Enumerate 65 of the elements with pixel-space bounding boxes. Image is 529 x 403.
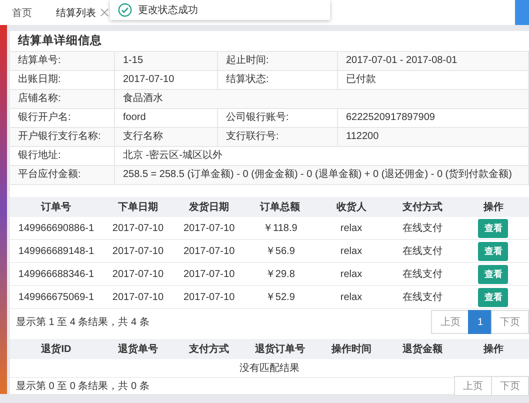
page-button[interactable]: 1 — [468, 310, 492, 334]
side-panel-edge — [515, 0, 529, 25]
toast-message: 更改状态成功 — [138, 4, 198, 17]
table-cell: 在线支付 — [386, 217, 458, 240]
field-label: 起止时间: — [218, 52, 338, 71]
field-value: 支行名称 — [115, 128, 218, 147]
field-value: 食品酒水 — [115, 90, 529, 109]
page-button[interactable]: 上页 — [431, 310, 470, 334]
column-header: 操作时间 — [316, 339, 387, 359]
table-cell: relax — [316, 263, 387, 286]
column-header: 收货人 — [316, 197, 387, 217]
table-cell: 149966688346-1 — [10, 263, 102, 286]
close-icon[interactable] — [100, 8, 109, 17]
column-header: 退货金额 — [386, 339, 458, 359]
column-header: 下单日期 — [102, 197, 174, 217]
table-cell: ￥52.9 — [244, 286, 316, 309]
column-header: 支付方式 — [386, 197, 458, 217]
column-header: 订单号 — [10, 197, 102, 217]
table-cell: 在线支付 — [386, 240, 458, 263]
page-button[interactable]: 下页 — [491, 376, 529, 396]
table-cell: 2017-07-10 — [102, 263, 174, 286]
column-header: 操作 — [458, 197, 529, 217]
table-cell: 在线支付 — [386, 263, 458, 286]
column-header: 发货日期 — [174, 197, 245, 217]
table-cell: 在线支付 — [386, 286, 458, 309]
view-button[interactable]: 查看 — [478, 288, 508, 306]
column-header: 订单总额 — [244, 197, 316, 217]
field-value: 1-15 — [115, 52, 218, 71]
table-cell: ￥118.9 — [244, 217, 316, 240]
table-cell: 2017-07-10 — [102, 240, 174, 263]
column-header: 支付方式 — [174, 339, 245, 359]
field-label: 支行联行号: — [218, 128, 338, 147]
column-header: 退货ID — [10, 339, 102, 359]
table-cell: 2017-07-10 — [102, 217, 174, 240]
table-cell: relax — [316, 240, 387, 263]
table-cell: 2017-07-10 — [174, 263, 245, 286]
table-cell: 2017-07-10 — [174, 240, 245, 263]
page-button[interactable]: 下页 — [491, 310, 529, 334]
column-header: 操作 — [458, 339, 529, 359]
column-header: 退货订单号 — [244, 339, 316, 359]
page-button[interactable]: 上页 — [454, 376, 492, 396]
table-cell: ￥56.9 — [244, 240, 316, 263]
view-button[interactable]: 查看 — [478, 242, 508, 260]
table-cell: 2017-07-10 — [174, 286, 245, 309]
table-cell: 2017-07-10 — [102, 286, 174, 309]
field-label: 结算单号: — [10, 52, 115, 71]
check-icon — [118, 3, 132, 17]
result-summary: 显示第 1 至 4 条结果，共 4 条 — [16, 316, 150, 329]
table-cell: 2017-07-10 — [174, 217, 245, 240]
field-label: 开户银行支行名称: — [10, 128, 115, 147]
view-button[interactable]: 查看 — [478, 218, 508, 238]
field-label: 平台应付金额: — [10, 166, 115, 185]
table-cell: ￥29.8 — [244, 263, 316, 286]
table-cell: 149966675069-1 — [10, 286, 102, 309]
table-cell: relax — [316, 286, 387, 309]
field-value: 112200 — [338, 128, 529, 147]
result-summary: 显示第 0 至 0 条结果，共 0 条 — [16, 380, 150, 393]
field-label: 店铺名称: — [10, 90, 115, 109]
field-value: 258.5 = 258.5 (订单金额) - 0 (佣金金额) - 0 (退单金额) + 0 (退还佣金) - 0 (货到付款金额) — [115, 166, 529, 185]
table-cell: relax — [316, 217, 387, 240]
table-cell: 149966690886-1 — [10, 217, 102, 240]
view-button[interactable]: 查看 — [478, 264, 508, 284]
table-cell: 149966689148-1 — [10, 240, 102, 263]
field-value: 2017-07-01 - 2017-08-01 — [338, 52, 529, 71]
column-header: 退货单号 — [102, 339, 174, 359]
